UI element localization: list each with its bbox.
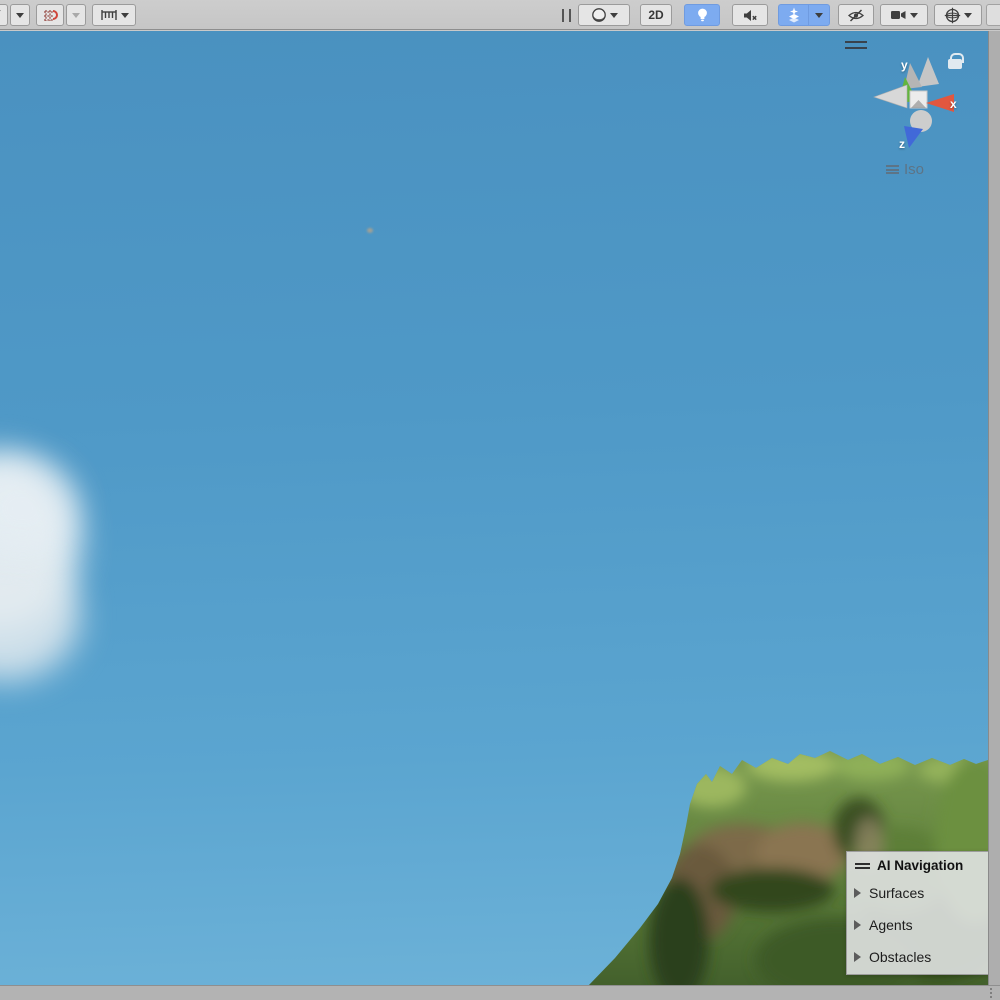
chevron-down-icon (910, 13, 918, 18)
ai-navigation-panel: AI Navigation Surfaces Agents Obstacles (846, 851, 988, 975)
unity-editor-window: 2D (0, 0, 1000, 1000)
snap-increment-icon (100, 8, 118, 22)
2d-toggle-button[interactable]: 2D (640, 4, 672, 26)
ai-navigation-header[interactable]: AI Navigation (847, 852, 988, 877)
shading-mode-button[interactable] (578, 4, 630, 26)
2d-label: 2D (648, 8, 663, 22)
chevron-down-icon (16, 13, 24, 18)
scene-view-toolbar: 2D (0, 0, 1000, 30)
hidden-objects-button[interactable] (838, 4, 874, 26)
gizmo-back-axis-cone[interactable] (917, 57, 939, 87)
foldout-surfaces[interactable]: Surfaces (847, 877, 988, 909)
foldout-arrow-icon (854, 888, 861, 898)
menu-icon (886, 165, 899, 174)
tool-dropdown-button[interactable] (10, 4, 30, 26)
distant-object-dot (367, 228, 373, 233)
projection-label: Iso (904, 161, 924, 178)
effects-icon (786, 7, 802, 23)
gizmo-z-axis-cone[interactable] (904, 126, 923, 148)
chevron-down-icon (121, 13, 129, 18)
effects-dropdown-button[interactable] (808, 4, 830, 26)
grid-snap-dropdown-button[interactable] (66, 4, 86, 26)
gizmo-left-axis-cone[interactable] (874, 85, 907, 108)
camera-icon (890, 8, 907, 22)
audio-mute-button[interactable] (732, 4, 768, 26)
snap-increment-button[interactable] (92, 4, 136, 26)
foldout-obstacles[interactable]: Obstacles (847, 941, 988, 973)
gizmo-z-label[interactable]: z (899, 137, 905, 151)
panel-title: AI Navigation (877, 858, 963, 873)
shaded-sphere-icon (591, 7, 607, 23)
chevron-down-icon (815, 13, 823, 18)
scene-camera-button[interactable] (880, 4, 928, 26)
speaker-muted-icon (742, 8, 759, 23)
effects-button[interactable] (778, 4, 808, 26)
chevron-down-icon (72, 13, 80, 18)
projection-toggle[interactable]: Iso (886, 161, 924, 178)
gizmo-x-label[interactable]: x (950, 97, 957, 111)
scene-viewport[interactable]: y x z Iso AI Navigation Surfaces Agents (0, 31, 988, 985)
tool-fragment-icon (0, 8, 3, 22)
chevron-down-icon (964, 13, 972, 18)
foldout-agents[interactable]: Agents (847, 909, 988, 941)
foldout-arrow-icon (854, 952, 861, 962)
gizmos-button[interactable] (934, 4, 982, 26)
eye-slash-icon (847, 8, 865, 23)
clipped-tool-button[interactable] (0, 4, 8, 26)
adjacent-panel-button-partial[interactable] (986, 4, 1000, 26)
panel-divider-strip[interactable] (988, 31, 1000, 985)
grid-snap-button[interactable] (36, 4, 64, 26)
lock-icon[interactable] (948, 59, 962, 69)
gizmo-y-label[interactable]: y (901, 58, 908, 72)
scene-lighting-button[interactable] (684, 4, 720, 26)
foldout-arrow-icon (854, 920, 861, 930)
overflow-dots-icon[interactable] (990, 988, 992, 1000)
panel-drag-handle-icon (855, 863, 870, 869)
bottom-bar (0, 985, 1000, 1000)
grid-snap-icon (42, 7, 58, 23)
lightbulb-icon (695, 7, 710, 23)
gizmo-sphere-icon (944, 7, 961, 24)
chevron-down-icon (610, 13, 618, 18)
overlay-drag-handle[interactable] (845, 41, 867, 49)
toolbar-drag-handle[interactable] (562, 9, 571, 22)
